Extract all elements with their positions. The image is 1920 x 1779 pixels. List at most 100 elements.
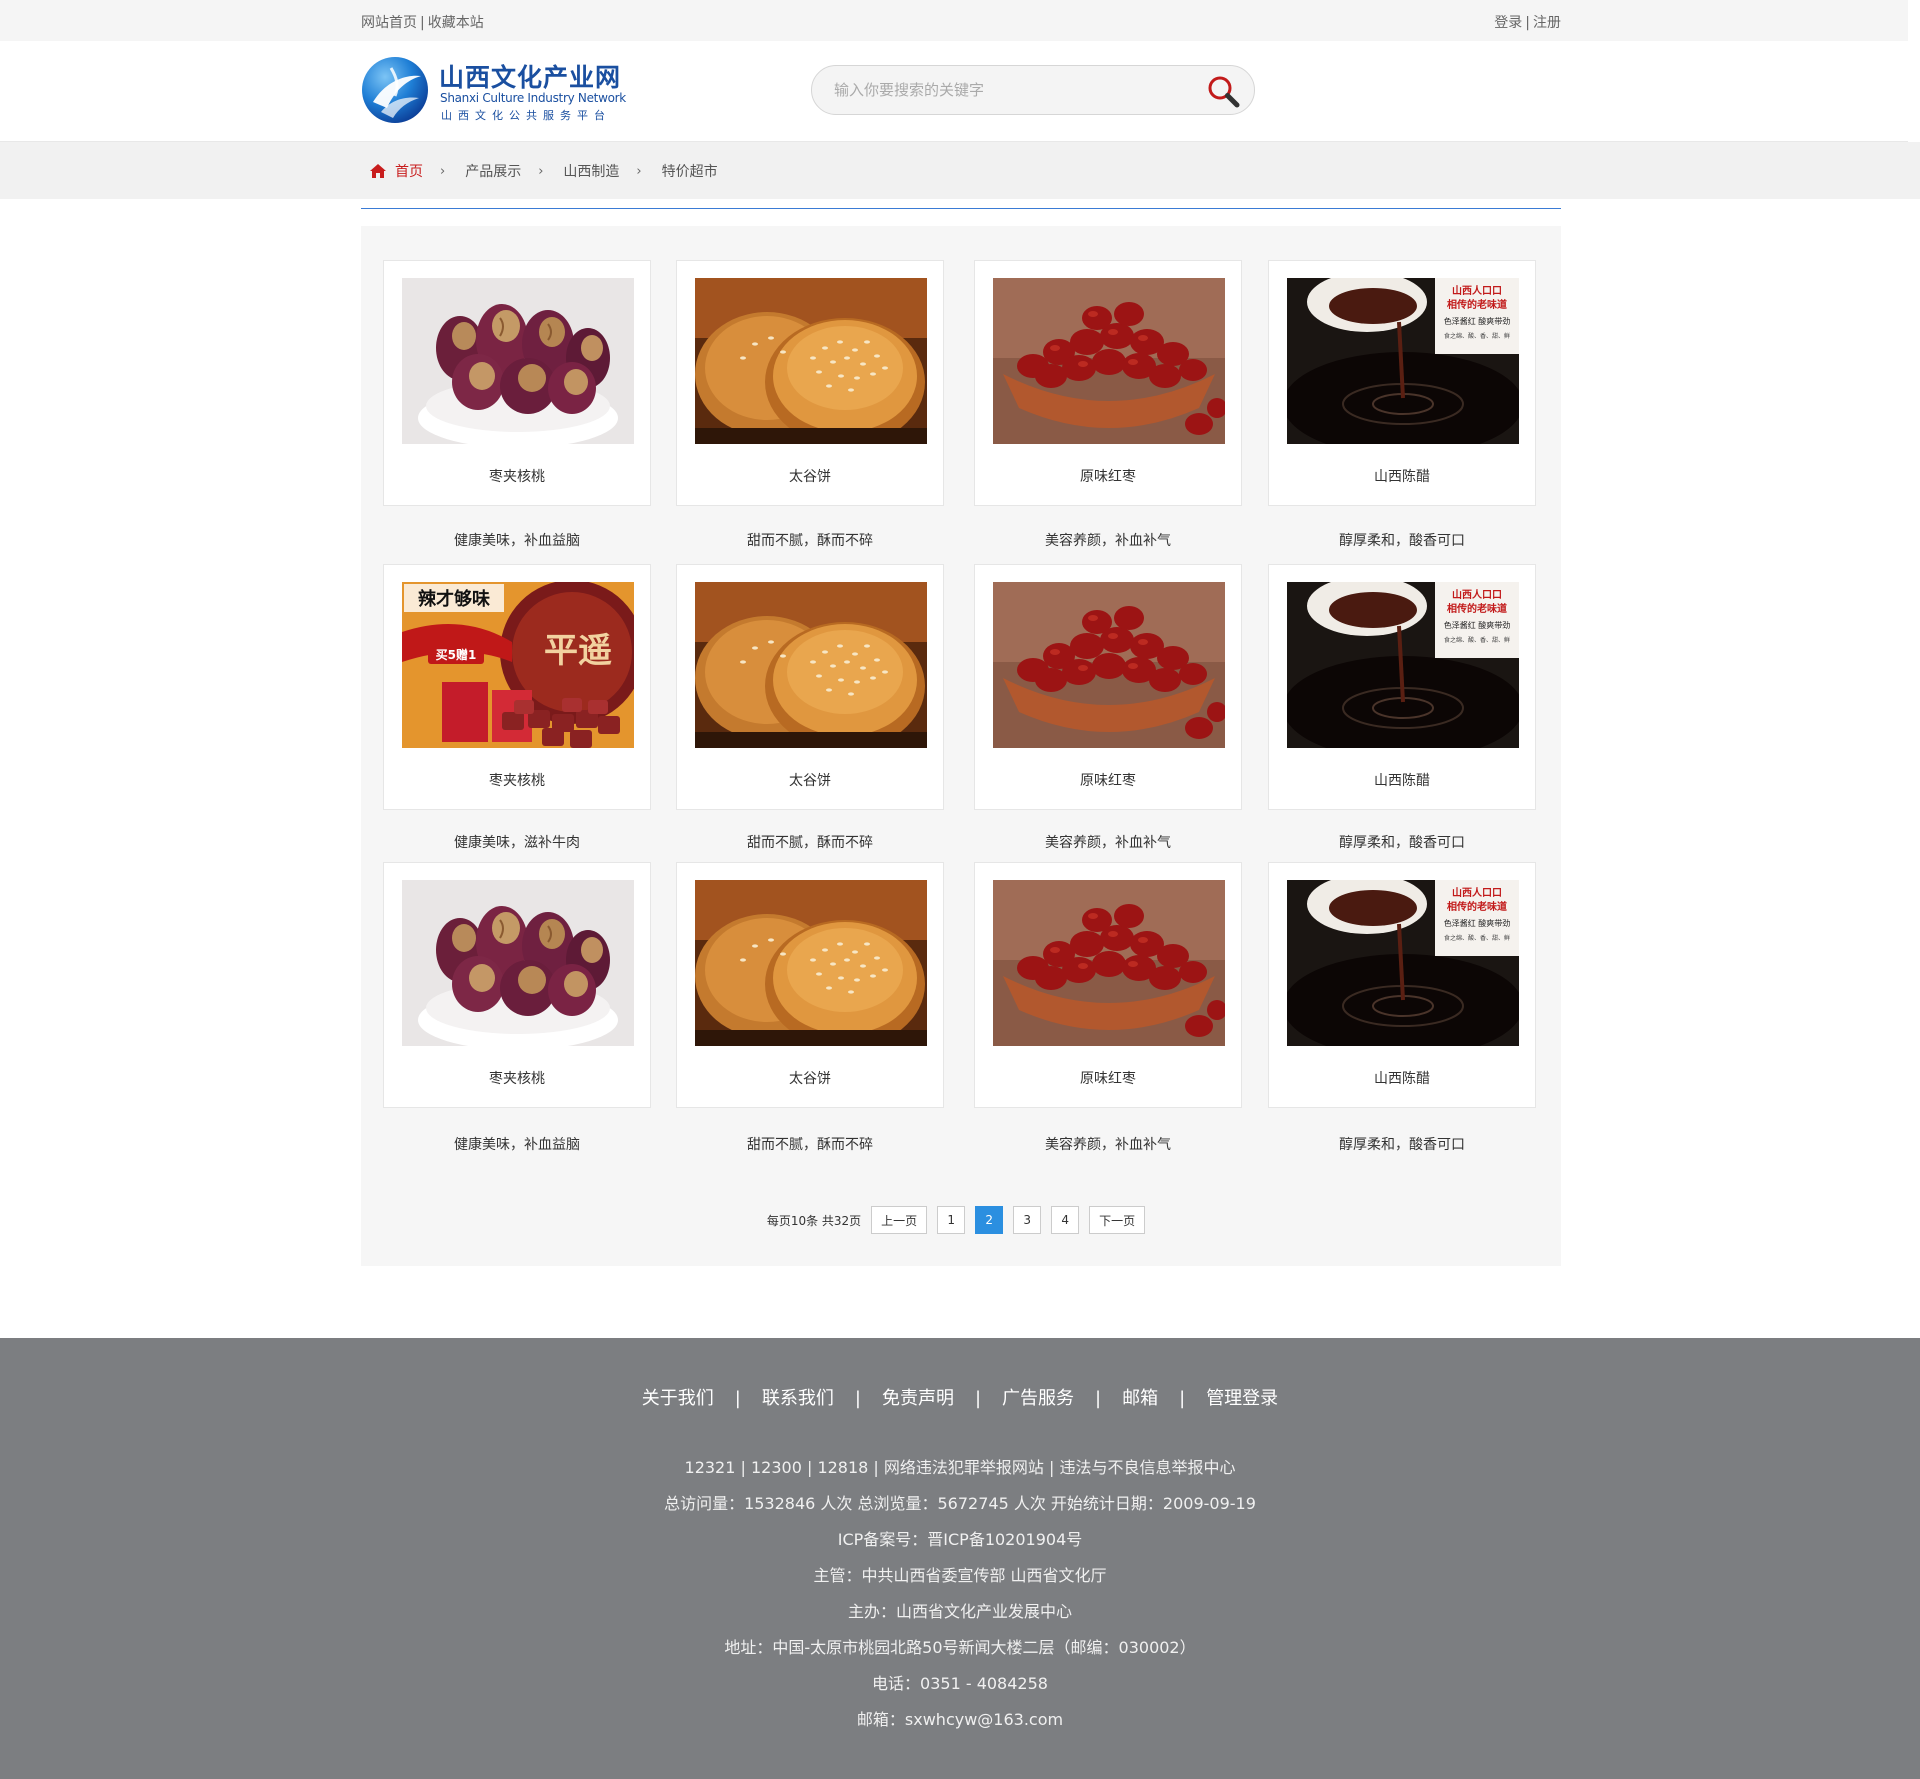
page-3-button[interactable]: 3	[1013, 1206, 1042, 1234]
product-name[interactable]: 山西陈醋	[1269, 1068, 1535, 1088]
product-image[interactable]	[993, 880, 1225, 1046]
vinegar-ad-line4: 食之绵、酸、香、甜、鲜	[1444, 636, 1510, 644]
chevron-right-icon: ›	[636, 163, 642, 179]
product-image[interactable]: 辣才够味 买5赠1 平遥	[402, 582, 634, 748]
page-2-button[interactable]: 2	[975, 1206, 1004, 1234]
search-input[interactable]	[834, 78, 1174, 102]
product-card[interactable]: 山西人口口 相传的老味道 色泽酱红 酸爽带劲 食之绵、酸、香、甜、鲜 山西陈醋	[1268, 260, 1536, 506]
chevron-right-icon: ›	[440, 163, 446, 179]
footer-email-line: 邮箱：sxwhcyw@163.com	[856, 1710, 1064, 1729]
product-name[interactable]: 原味红枣	[975, 1068, 1241, 1088]
product-card[interactable]: 太谷饼	[676, 862, 944, 1108]
footer-link-disclaimer[interactable]: 免责声明	[882, 1388, 954, 1409]
search-icon[interactable]	[1206, 74, 1240, 108]
product-description: 健康美味，补血益脑	[454, 533, 580, 549]
site-logo[interactable]: 山西文化产业网 Shanxi Culture Industry Network …	[361, 56, 633, 126]
site-header: 山西文化产业网 Shanxi Culture Industry Network …	[0, 41, 1908, 142]
product-description: 甜而不腻，酥而不碎	[747, 1137, 873, 1153]
product-image[interactable]	[993, 582, 1225, 748]
next-page-button[interactable]: 下一页	[1089, 1206, 1146, 1234]
product-card[interactable]: 太谷饼	[676, 564, 944, 810]
vinegar-ad-line2: 相传的老味道	[1447, 900, 1507, 913]
site-home-link[interactable]: 网站首页	[361, 15, 417, 31]
product-name[interactable]: 太谷饼	[677, 466, 943, 486]
product-description: 健康美味，补血益脑	[454, 1137, 580, 1153]
vinegar-ad-line1: 山西人口口	[1452, 886, 1502, 899]
product-name[interactable]: 原味红枣	[975, 466, 1241, 486]
footer-link-admin-login[interactable]: 管理登录	[1206, 1388, 1278, 1409]
product-image[interactable]	[695, 582, 927, 748]
product-name[interactable]: 山西陈醋	[1269, 466, 1535, 486]
breadcrumb-item-shanxi-made[interactable]: 山西制造	[563, 161, 619, 181]
vinegar-ad-line3: 色泽酱红 酸爽带劲	[1444, 918, 1511, 928]
footer-supervisor-line: 主管：中共山西省委宣传部 山西省文化厅	[813, 1566, 1107, 1585]
product-image[interactable]: 山西人口口 相传的老味道 色泽酱红 酸爽带劲 食之绵、酸、香、甜、鲜	[1287, 582, 1519, 748]
breadcrumb-home-link[interactable]: 首页	[395, 161, 423, 181]
register-link[interactable]: 注册	[1533, 15, 1561, 31]
product-image[interactable]	[993, 278, 1225, 444]
footer-link-contact[interactable]: 联系我们	[762, 1388, 834, 1409]
beef-ad-line2: 买5赠1	[436, 647, 477, 662]
product-name[interactable]: 原味红枣	[975, 770, 1241, 790]
separator: |	[734, 1388, 741, 1409]
product-name[interactable]: 枣夹核桃	[384, 466, 650, 486]
footer-link-about[interactable]: 关于我们	[642, 1388, 714, 1409]
footer-nav: 关于我们 | 联系我们 | 免责声明 | 广告服务 | 邮箱 | 管理登录	[0, 1384, 1920, 1410]
product-card[interactable]: 原味红枣	[974, 862, 1242, 1108]
top-links-left: 网站首页 | 收藏本站	[361, 12, 484, 32]
divider-line	[361, 208, 1561, 209]
product-card[interactable]: 辣才够味 买5赠1 平遥 枣夹核桃	[383, 564, 651, 810]
product-card[interactable]: 原味红枣	[974, 260, 1242, 506]
separator: |	[1525, 15, 1530, 31]
footer-address-line: 地址：中国-太原市桃园北路50号新闻大楼二层（邮编：030002）	[724, 1638, 1196, 1657]
product-image[interactable]: 山西人口口 相传的老味道 色泽酱红 酸爽带劲 食之绵、酸、香、甜、鲜	[1287, 278, 1519, 444]
product-name[interactable]: 太谷饼	[677, 1068, 943, 1088]
bookmark-link[interactable]: 收藏本站	[428, 15, 484, 31]
beef-ad-line1: 辣才够味	[418, 588, 490, 610]
home-icon	[370, 164, 386, 178]
product-card[interactable]: 太谷饼	[676, 260, 944, 506]
breadcrumb-item-special-market[interactable]: 特价超市	[662, 161, 718, 181]
breadcrumb: 首页 › 产品展示 › 山西制造 › 特价超市	[369, 161, 718, 181]
product-description: 甜而不腻，酥而不碎	[747, 533, 873, 549]
vinegar-ad-line3: 色泽酱红 酸爽带劲	[1444, 620, 1511, 630]
page-1-button[interactable]: 1	[937, 1206, 966, 1234]
page-4-button[interactable]: 4	[1051, 1206, 1080, 1234]
beef-ad-line3: 平遥	[544, 631, 612, 671]
logo-subtitle: 山西文化公共服务平台	[441, 109, 611, 122]
product-card[interactable]: 山西人口口 相传的老味道 色泽酱红 酸爽带劲 食之绵、酸、香、甜、鲜 山西陈醋	[1268, 862, 1536, 1108]
product-card[interactable]: 枣夹核桃	[383, 862, 651, 1108]
product-card[interactable]: 山西人口口 相传的老味道 色泽酱红 酸爽带劲 食之绵、酸、香、甜、鲜 山西陈醋	[1268, 564, 1536, 810]
product-description: 甜而不腻，酥而不碎	[747, 835, 873, 851]
product-description: 美容养颜，补血补气	[1045, 1137, 1171, 1153]
login-link[interactable]: 登录	[1494, 15, 1522, 31]
product-description: 美容养颜，补血补气	[1045, 533, 1171, 549]
product-description: 醇厚柔和，酸香可口	[1339, 835, 1465, 851]
breadcrumb-item-products[interactable]: 产品展示	[465, 161, 521, 181]
separator: |	[854, 1388, 861, 1409]
footer-link-ads[interactable]: 广告服务	[1002, 1388, 1074, 1409]
product-card[interactable]: 原味红枣	[974, 564, 1242, 810]
product-image[interactable]: 山西人口口 相传的老味道 色泽酱红 酸爽带劲 食之绵、酸、香、甜、鲜	[1287, 880, 1519, 1046]
vinegar-ad-line3: 色泽酱红 酸爽带劲	[1444, 316, 1511, 326]
product-image[interactable]	[402, 278, 634, 444]
product-image[interactable]	[402, 880, 634, 1046]
vinegar-ad-line1: 山西人口口	[1452, 284, 1502, 297]
product-name[interactable]: 太谷饼	[677, 770, 943, 790]
product-card[interactable]: 枣夹核桃	[383, 260, 651, 506]
product-image[interactable]	[695, 278, 927, 444]
product-description: 醇厚柔和，酸香可口	[1339, 533, 1465, 549]
prev-page-button[interactable]: 上一页	[871, 1206, 928, 1234]
product-name[interactable]: 山西陈醋	[1269, 770, 1535, 790]
site-footer: 关于我们 | 联系我们 | 免责声明 | 广告服务 | 邮箱 | 管理登录 12321 | 1230…	[0, 1338, 1920, 1779]
product-image[interactable]	[695, 880, 927, 1046]
product-name[interactable]: 枣夹核桃	[384, 1068, 650, 1088]
breadcrumb-home[interactable]: 首页	[369, 161, 423, 181]
vinegar-ad-line2: 相传的老味道	[1447, 602, 1507, 615]
product-name[interactable]: 枣夹核桃	[384, 770, 650, 790]
separator: |	[1095, 1388, 1102, 1409]
logo-globe-icon	[362, 57, 428, 123]
footer-link-mail[interactable]: 邮箱	[1122, 1388, 1158, 1409]
vinegar-ad-line1: 山西人口口	[1452, 588, 1502, 601]
product-description: 醇厚柔和，酸香可口	[1339, 1137, 1465, 1153]
